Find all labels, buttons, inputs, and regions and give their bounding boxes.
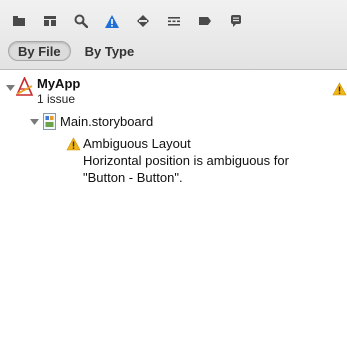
navigator-header: By File By Type [0,0,347,70]
issue-navigator-icon[interactable] [99,8,125,34]
search-icon[interactable] [68,8,94,34]
file-row[interactable]: Main.storyboard [0,112,347,132]
file-name: Main.storyboard [60,114,154,129]
project-navigator-icon[interactable] [6,8,32,34]
scope-bar: By File By Type [8,39,144,63]
disclosure-triangle-icon[interactable] [30,118,40,128]
project-row[interactable]: MyApp 1 issue [0,70,347,112]
breakpoint-navigator-icon[interactable] [192,8,218,34]
test-navigator-icon[interactable] [130,8,156,34]
project-name: MyApp [37,76,81,91]
storyboard-file-icon [43,113,56,135]
issue-count: 1 issue [37,92,76,106]
disclosure-triangle-icon[interactable] [6,84,16,94]
by-file-button[interactable]: By File [8,41,71,61]
by-type-button[interactable]: By Type [75,41,145,61]
issue-list: MyApp 1 issue Main.storyboard Ambiguous … [0,70,347,344]
issue-title: Ambiguous Layout [83,136,191,151]
issue-message-line-1: Horizontal position is ambiguous for [83,153,289,168]
debug-navigator-icon[interactable] [161,8,187,34]
symbol-navigator-icon[interactable] [37,8,63,34]
warning-icon [66,137,81,156]
warning-icon [332,82,347,101]
issue-message-line-2: "Button - Button". [83,170,183,185]
navigator-toolbar [0,8,347,34]
app-project-icon [15,76,34,102]
log-navigator-icon[interactable] [223,8,249,34]
issue-row[interactable]: Ambiguous Layout Horizontal position is … [0,134,347,196]
